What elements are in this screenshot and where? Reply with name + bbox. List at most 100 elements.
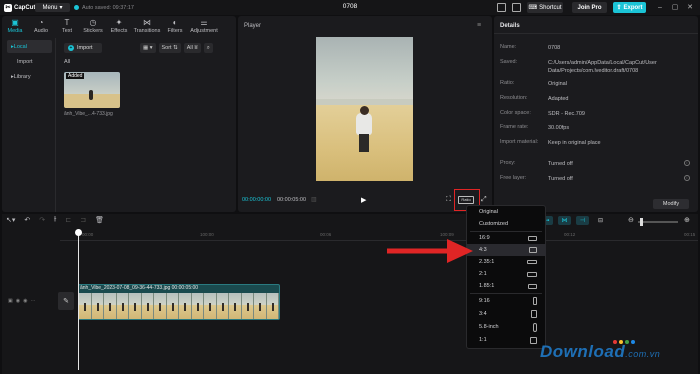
ratio-option-3-4[interactable]: 3:4 <box>466 308 546 320</box>
capcut-logo-icon: ✂ <box>4 3 12 12</box>
detail-row-color-space: Color space: SDR - Rec.709 <box>500 110 696 118</box>
ratio-option-5-8-inch[interactable]: 5.8-inch <box>466 321 546 333</box>
shortcut-button[interactable]: ⌨ Shortcut <box>527 2 563 13</box>
sort-label: Sort <box>161 45 172 51</box>
select-cursor-icon[interactable]: ↖▾ <box>6 216 15 228</box>
zoom-in-icon[interactable]: ⊕ <box>684 216 690 224</box>
zoom-slider-handle[interactable] <box>640 218 643 226</box>
detail-row-free-layer: Free layer: Turned off <box>500 175 696 183</box>
tab-transitions[interactable]: ⋈ Transitions <box>132 16 162 36</box>
red-arrow-annotation <box>387 239 473 263</box>
import-button[interactable]: + Import <box>64 43 102 53</box>
detail-value: 30.00fps <box>548 125 570 131</box>
ratio-option-label: 1.85:1 <box>479 283 495 289</box>
ratio-option-1-1[interactable]: 1:1 <box>466 334 546 346</box>
clip-name: ânh_Vibe_2023-07-08_09-36-44-733.jpg 00:… <box>80 285 199 291</box>
tab-media[interactable]: ▣ Media <box>2 16 28 36</box>
edit-cover-icon: ✎ <box>63 298 69 305</box>
detail-row-saved: Saved: C:/Users/admin/AppData/Local/CapCu… <box>500 59 696 75</box>
close-icon[interactable]: ✕ <box>685 3 695 12</box>
feedback-icon[interactable] <box>512 3 521 12</box>
minimize-icon[interactable]: – <box>655 3 665 12</box>
all-heading: All <box>64 59 71 65</box>
autosave-status: Auto saved: 09:37:17 <box>74 3 134 12</box>
tab-audio[interactable]: ◔ Audio <box>28 16 54 36</box>
sidebar-item-local[interactable]: ▸ Local <box>7 40 52 53</box>
ratio-option-1-85-1[interactable]: 1.85:1 <box>466 280 546 292</box>
tab-adjustment[interactable]: ⚌ Adjustment <box>188 16 220 36</box>
adjustment-icon: ⚌ <box>200 17 208 27</box>
more-icon[interactable]: ⋯ <box>30 298 35 304</box>
redo-icon[interactable]: ↷ <box>39 216 45 228</box>
delete-icon[interactable]: 🗑 <box>95 216 104 228</box>
zoom-slider[interactable] <box>638 221 678 223</box>
ratio-option-9-16[interactable]: 9:16 <box>466 295 546 307</box>
linkage-icon[interactable]: ⋈ <box>558 216 571 225</box>
tab-effects[interactable]: ✦ Effects <box>106 16 132 36</box>
maximize-icon[interactable]: ▢ <box>670 3 680 12</box>
media-sidebar: ▸ Local Import ▸ Library <box>4 38 56 212</box>
layout-icon[interactable] <box>497 3 506 12</box>
ruler-tick-label: 00:12 <box>564 232 576 237</box>
filter-button[interactable]: All ⩸ <box>183 43 201 53</box>
split-left-icon[interactable]: ⊏ <box>65 216 71 228</box>
text-icon: T <box>64 17 70 27</box>
ratio-option-customized[interactable]: Customized <box>466 218 546 230</box>
player-menu-icon[interactable]: ≡ <box>477 22 481 29</box>
info-icon[interactable]: i <box>684 160 690 166</box>
lock-icon[interactable]: ▣ <box>8 298 13 304</box>
mute-icon[interactable]: ◉ <box>23 298 27 304</box>
undo-icon[interactable]: ↶ <box>24 216 30 228</box>
timecode-toggle-icon[interactable]: ▥ <box>311 196 317 203</box>
modify-button[interactable]: Modify <box>653 199 689 209</box>
sidebar-item-label: Local <box>13 43 27 50</box>
timeline-ruler[interactable] <box>60 229 698 241</box>
tab-label: Adjustment <box>190 27 218 34</box>
split-icon[interactable]: ⫲ <box>54 216 56 228</box>
tab-text[interactable]: T Text <box>54 16 80 36</box>
hide-icon[interactable]: ◉ <box>16 298 20 304</box>
ratio-option-4-3[interactable]: 4:3 <box>466 244 546 256</box>
playhead[interactable] <box>78 230 79 370</box>
sort-button[interactable]: Sort ⇅ <box>158 43 181 53</box>
playhead-handle[interactable] <box>75 229 82 236</box>
info-icon[interactable]: i <box>684 175 690 181</box>
join-pro-button[interactable]: Join Pro <box>572 2 607 13</box>
detail-value: 0708 <box>548 45 561 51</box>
crop-icon[interactable]: ⛶ <box>446 196 451 204</box>
ratio-option-original[interactable]: Original <box>466 206 546 218</box>
audio-icon: ◔ <box>38 17 44 27</box>
export-button[interactable]: ⇪ Export <box>613 2 646 13</box>
cover-button[interactable]: ✎ <box>58 292 74 310</box>
fullscreen-icon[interactable]: ⤢ <box>481 196 487 204</box>
tab-filters[interactable]: ◐ Filters <box>162 16 188 36</box>
chevron-down-icon: ▾ <box>59 5 63 11</box>
ratio-option-2-35-1[interactable]: 2.35:1 <box>466 256 546 268</box>
tab-stickers[interactable]: ◷ Stickers <box>80 16 106 36</box>
player-title: Player <box>244 23 262 29</box>
ratio-3-4-icon <box>531 310 537 318</box>
preview-axis-icon[interactable]: ⊣ <box>576 216 589 225</box>
ratio-option-label: 9:16 <box>479 298 490 304</box>
export-icon: ⇪ <box>616 5 622 11</box>
sidebar-item-library[interactable]: ▸ Library <box>7 70 52 83</box>
ratio-option-label: 3:4 <box>479 311 487 317</box>
ratio-option-2-1[interactable]: 2:1 <box>466 268 546 280</box>
sidebar-item-import[interactable]: Import <box>7 55 52 68</box>
view-mode-button[interactable]: ▦ ▾ <box>140 43 156 53</box>
zoom-out-icon[interactable]: ⊖ <box>628 216 634 224</box>
thumbnail-filename: ânh_Vibe_...4-733.jpg <box>64 111 113 117</box>
tab-label: Effects <box>110 27 128 34</box>
search-button[interactable]: ⌕ <box>203 43 213 53</box>
detail-row-proxy: Proxy: Turned off <box>500 160 696 168</box>
play-icon[interactable]: ▶ <box>361 196 369 205</box>
watermark-suffix: .com.vn <box>625 349 661 359</box>
detail-value: C:/Users/admin/AppData/Local/CapCut/User… <box>548 60 657 74</box>
plus-icon: + <box>68 45 74 51</box>
split-screen-icon[interactable]: ⊟ <box>594 216 607 225</box>
ratio-option-16-9[interactable]: 16:9 <box>466 232 546 244</box>
menu-button[interactable]: Menu ▾ <box>35 3 70 12</box>
detail-row-frame-rate: Frame rate: 30.00fps <box>500 124 696 132</box>
split-right-icon[interactable]: ⊐ <box>80 216 86 228</box>
detail-value: Turned off <box>548 161 573 167</box>
